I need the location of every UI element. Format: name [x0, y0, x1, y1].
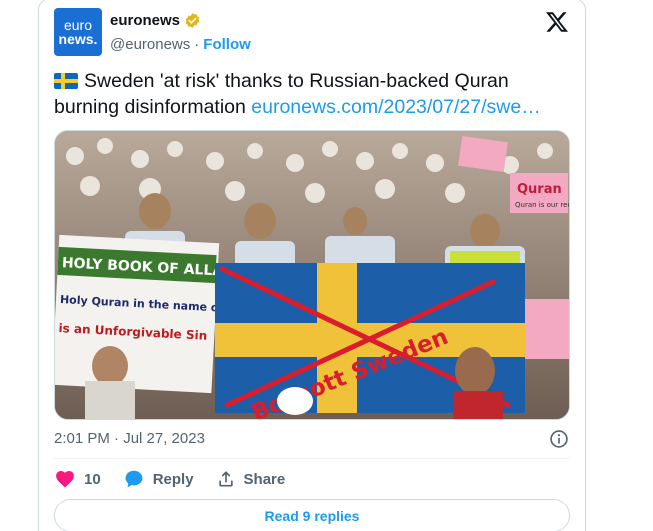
avatar[interactable]: euro news. — [54, 8, 102, 56]
read-replies-button[interactable]: Read 9 replies — [54, 499, 570, 531]
author-handle[interactable]: @euronews — [110, 36, 190, 53]
share-upload-icon — [218, 471, 233, 487]
author-display-name[interactable]: euronews — [110, 12, 180, 29]
avatar-line1: euro — [63, 17, 93, 33]
article-link[interactable]: euronews.com/2023/07/27/swe… — [251, 96, 540, 118]
protest-photo-illustration: Quran Quran is our red line HOLY BOOK OF… — [55, 131, 570, 419]
action-bar: 10 Reply Share — [54, 468, 285, 490]
heart-icon — [56, 471, 74, 488]
author-name-row: euronews — [110, 12, 201, 29]
share-button[interactable]: Share — [216, 469, 286, 489]
sign-top-text: Quran — [517, 182, 562, 197]
sign-right-text: Quran is our red line — [515, 201, 570, 209]
share-label: Share — [243, 470, 286, 488]
author-handle-row: @euronews · Follow — [110, 36, 251, 53]
info-icon[interactable] — [549, 429, 569, 449]
x-logo-icon[interactable] — [545, 10, 569, 34]
separator: · — [194, 36, 200, 53]
reply-bubble-icon — [125, 470, 143, 488]
follow-button[interactable]: Follow — [203, 36, 251, 53]
avatar-line2: news. — [58, 31, 98, 47]
tweet-timestamp[interactable]: 2:01 PM · Jul 27, 2023 — [54, 430, 205, 447]
reply-button[interactable]: Reply — [123, 468, 194, 490]
divider — [54, 458, 570, 459]
tweet-text: Sweden 'at risk' thanks to Russian-backe… — [54, 68, 574, 120]
tweet-photo[interactable]: Quran Quran is our red line HOLY BOOK OF… — [54, 130, 570, 420]
like-button[interactable]: 10 — [54, 468, 101, 490]
sweden-flag-icon — [54, 73, 78, 89]
reply-label: Reply — [152, 470, 194, 488]
verified-badge-icon — [185, 13, 200, 28]
like-count: 10 — [84, 470, 101, 488]
